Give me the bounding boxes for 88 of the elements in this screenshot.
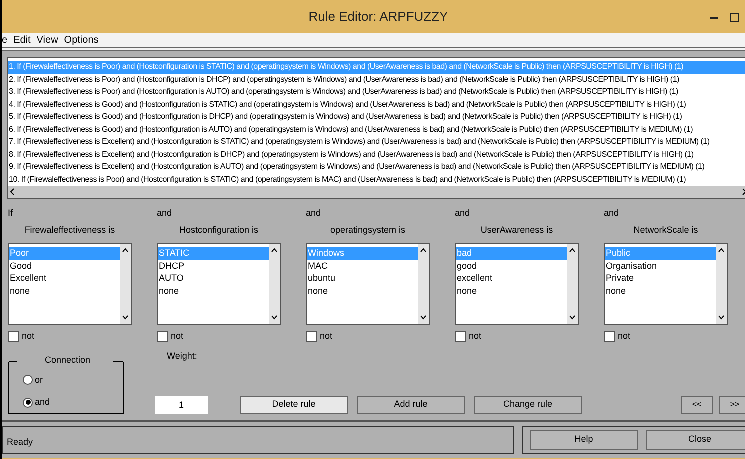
rule-item[interactable]: 8. If (Firewaleffectiveness is Excellent) and (Hostconfiguration is DHCP) and (operatingsystem is Windows) and (UserAwareness is bad) and (NetworkScale is Public) then (ARPSUSCEPTIBILITY is HIGH) (1) (8, 148, 745, 161)
option-item[interactable]: Private (605, 272, 716, 284)
option-item[interactable]: none (158, 284, 269, 297)
connection-title: Connection (45, 354, 91, 366)
not-checkbox[interactable] (455, 331, 466, 342)
menu-item[interactable]: Options (64, 32, 99, 48)
vertical-scrollbar[interactable] (716, 244, 727, 324)
status-text: Ready (7, 436, 34, 446)
scroll-down-icon[interactable] (718, 315, 725, 320)
option-item[interactable]: Good (9, 260, 120, 272)
option-item[interactable]: none (9, 284, 120, 297)
options-listbox[interactable]: Windows MAC ubuntu none (306, 243, 430, 325)
options-listbox[interactable]: Poor Good Excellent none (8, 243, 132, 325)
connector-label: If (8, 207, 14, 220)
menu-item[interactable]: Edit (14, 32, 31, 48)
not-checkbox[interactable] (604, 331, 615, 342)
rule-item[interactable]: 3. If (Firewaleffectiveness is Poor) and (Hostconfiguration is AUTO) and (operatingsystem is Windows) and (UserAwareness is bad) and (NetworkScale is Public) then (ARPSUSCEPTIBILITY is HIGH) (1) (8, 86, 745, 98)
rule-item[interactable]: 5. If (Firewaleffectiveness is Good) and (Hostconfiguration is DHCP) and (operatingsystem is Windows) and (UserAwareness is bad) and (NetworkScale is Public) then (ARPSUSCEPTIBILITY is HIGH) (1) (8, 111, 745, 124)
options-listbox[interactable]: Public Organisation Private none (604, 243, 728, 325)
nav-button[interactable]: << (681, 396, 713, 414)
not-checkbox[interactable] (157, 331, 168, 342)
maximize-icon[interactable] (730, 12, 739, 22)
action-button[interactable]: Add rule (357, 396, 465, 414)
vertical-scrollbar[interactable] (418, 244, 429, 324)
action-button[interactable]: Change rule (474, 396, 582, 414)
option-item[interactable]: none (605, 284, 716, 297)
vertical-scrollbar[interactable] (567, 244, 578, 324)
footer-button[interactable]: Close (646, 430, 745, 450)
radio-button[interactable] (23, 375, 33, 386)
option-item[interactable]: MAC (307, 260, 418, 272)
option-item[interactable]: good (456, 260, 567, 272)
scroll-down-icon[interactable] (420, 315, 427, 320)
variable-label: UserAwareness is (480, 224, 554, 236)
connector-label: and (306, 207, 322, 220)
action-button[interactable]: Delete rule (240, 396, 348, 414)
menu-item[interactable]: e (2, 32, 8, 48)
variable-label: Hostconfiguration is (178, 224, 260, 237)
rule-item[interactable]: 10. If (Firewaleffectiveness is Poor) and (Hostconfiguration is STATIC) and (operatingsystem is MAC) and (UserAwareness is bad) and (NetworkScale is Public) then (ARPSUSCEPTIBILITY is MEDIUM) (1) (8, 174, 745, 186)
scroll-down-icon[interactable] (569, 315, 576, 320)
variable-label: NetworkScale is (632, 224, 700, 236)
options-listbox[interactable]: bad good excellent none (455, 243, 579, 325)
rule-item[interactable]: 9. If (Firewaleffectiveness is Excellent) and (Hostconfiguration is AUTO) and (operatingsystem is Windows) and (UserAwareness is bad) and (NetworkScale is Public) then (ARPSUSCEPTIBILITY is MEDIUM) (1) (8, 161, 745, 174)
weight-field[interactable]: 1 (155, 396, 208, 414)
scroll-up-icon[interactable] (271, 248, 278, 253)
option-item[interactable]: ubuntu (307, 272, 418, 284)
variable-label: Firewaleffectiveness is (24, 224, 116, 236)
rule-item[interactable]: 4. If (Firewaleffectiveness is Good) and (Hostconfiguration is STATIC) and (operatingsystem is Windows) and (UserAwareness is bad) and (NetworkScale is Public) then (ARPSUSCEPTIBILITY is HIGH) (1) (8, 98, 745, 111)
scroll-up-icon[interactable] (122, 248, 129, 253)
vertical-scrollbar[interactable] (269, 244, 280, 324)
scroll-left-icon[interactable] (10, 188, 15, 196)
not-label: not (618, 330, 631, 343)
scroll-up-icon[interactable] (569, 248, 576, 253)
radio-label: or (35, 374, 44, 386)
nav-button[interactable]: >> (719, 396, 745, 414)
horizontal-scrollbar[interactable] (8, 186, 745, 198)
footer-button[interactable]: Help (530, 430, 638, 450)
scroll-down-icon[interactable] (271, 315, 278, 320)
not-checkbox[interactable] (306, 331, 317, 342)
connector-label: and (604, 207, 620, 220)
not-label: not (171, 330, 184, 343)
option-item[interactable]: excellent (456, 272, 567, 284)
scroll-down-icon[interactable] (122, 315, 129, 320)
option-item[interactable]: Organisation (605, 260, 716, 272)
option-item[interactable]: Excellent (9, 272, 120, 284)
scroll-up-icon[interactable] (718, 248, 725, 253)
option-item[interactable]: DHCP (158, 260, 269, 272)
option-item[interactable]: none (307, 284, 418, 297)
radio-button[interactable] (23, 398, 33, 408)
connector-label: and (157, 207, 172, 220)
not-label: not (320, 330, 333, 343)
option-item[interactable]: AUTO (158, 272, 269, 284)
scroll-up-icon[interactable] (420, 248, 427, 253)
not-checkbox[interactable] (8, 331, 19, 342)
rule-item[interactable]: 7. If (Firewaleffectiveness is Excellent) and (Hostconfiguration is STATIC) and (operatingsystem is Windows) and (UserAwareness is bad) and (NetworkScale is Public) then (ARPSUSCEPTIBILITY is MEDIUM) (1) (8, 136, 745, 148)
vertical-scrollbar[interactable] (120, 244, 131, 324)
weight-label: Weight: (166, 350, 198, 363)
options-listbox[interactable]: STATIC DHCP AUTO none (157, 243, 281, 325)
window-title: Rule Editor: ARPFUZZY (308, 8, 448, 26)
not-label: not (22, 330, 35, 343)
rule-item[interactable]: 6. If (Firewaleffectiveness is Good) and (Hostconfiguration is AUTO) and (operatingsystem is Windows) and (UserAwareness is bad) and (NetworkScale is Public) then (ARPSUSCEPTIBILITY is MEDIUM) (1) (8, 124, 745, 136)
rule-item[interactable]: 2. If (Firewaleffectiveness is Poor) and (Hostconfiguration is DHCP) and (operatingsystem is Windows) and (UserAwareness is bad) and (NetworkScale is Public) then (ARPSUSCEPTIBILITY is HIGH) (1) (8, 74, 745, 86)
connector-label: and (455, 207, 470, 220)
menu-item[interactable]: View (36, 32, 58, 48)
option-item[interactable]: none (456, 284, 567, 297)
radio-label: and (35, 396, 50, 409)
not-label: not (469, 330, 482, 343)
minimize-icon[interactable] (710, 16, 718, 18)
variable-label: operatingsystem is (329, 224, 407, 237)
